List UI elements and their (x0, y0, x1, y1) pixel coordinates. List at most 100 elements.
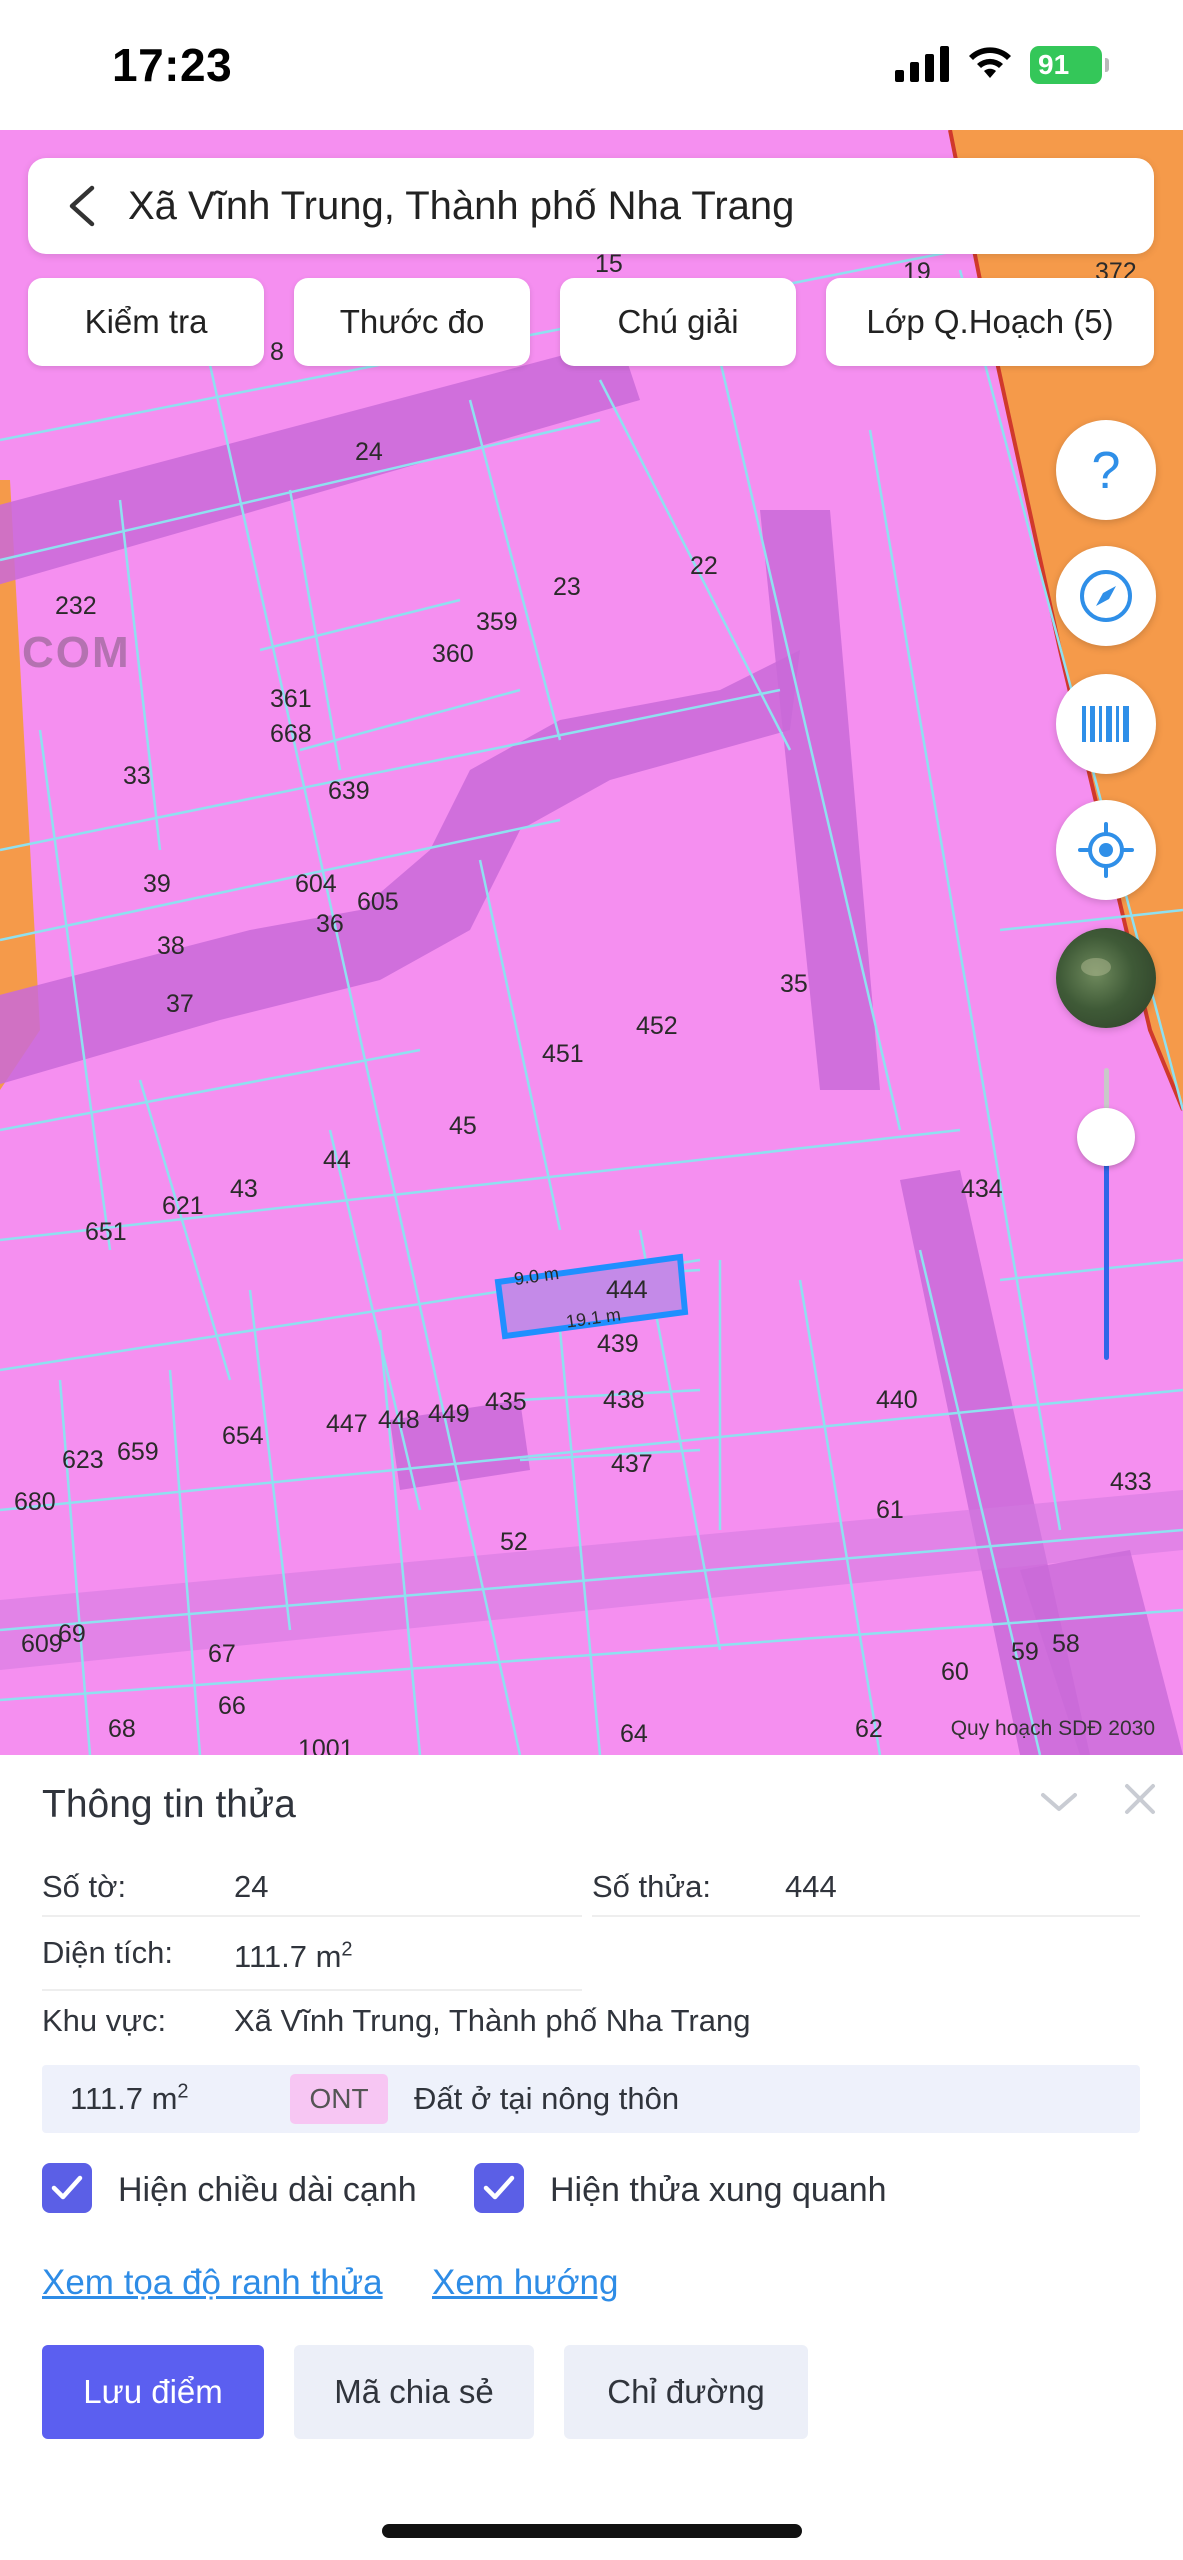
barcode-button[interactable] (1056, 674, 1156, 774)
parcel-label[interactable]: 35 (780, 970, 808, 999)
parcel-label[interactable]: 440 (876, 1386, 918, 1415)
parcel-label[interactable]: 69 (58, 1620, 86, 1649)
parcel-label[interactable]: 1001 (298, 1735, 354, 1755)
parcel-label[interactable]: 449 (428, 1400, 470, 1429)
parcel-label[interactable]: 37 (166, 990, 194, 1019)
legend-button[interactable]: Chú giải (560, 278, 796, 366)
parcel-label[interactable]: 67 (208, 1640, 236, 1669)
area-unit-exponent: 2 (341, 1938, 353, 1961)
land-use-area-number: 111.7 m (70, 2081, 178, 2116)
parcel-label[interactable]: 43 (230, 1175, 258, 1204)
parcel-label[interactable]: 659 (117, 1438, 159, 1467)
parcel-label[interactable]: 66 (218, 1692, 246, 1721)
parcel-label[interactable]: 435 (485, 1388, 527, 1417)
parcel-label[interactable]: 447 (326, 1410, 368, 1439)
parcel-label[interactable]: 651 (85, 1218, 127, 1247)
show-neighbor-parcels-checkbox[interactable] (474, 2163, 524, 2213)
close-icon[interactable] (1122, 1781, 1158, 1817)
area-value: 111.7 m2 (234, 1939, 353, 1975)
home-indicator[interactable] (382, 2524, 802, 2538)
check-button[interactable]: Kiểm tra (28, 278, 264, 366)
help-button[interactable]: ? (1056, 420, 1156, 520)
parcel-label[interactable]: 437 (611, 1450, 653, 1479)
back-chevron-icon[interactable] (62, 184, 102, 228)
show-neighbor-parcels-label[interactable]: Hiện thửa xung quanh (550, 2171, 887, 2210)
parcel-label[interactable]: 38 (157, 932, 185, 961)
parcel-label[interactable]: 361 (270, 685, 312, 714)
crosshair-location-icon (1078, 822, 1134, 878)
parcel-label[interactable]: 448 (378, 1406, 420, 1435)
chevron-down-icon[interactable] (1037, 1787, 1081, 1817)
parcel-label[interactable]: 668 (270, 720, 312, 749)
parcel-label[interactable]: 23 (553, 573, 581, 602)
compass-button[interactable] (1056, 546, 1156, 646)
wifi-icon (969, 47, 1011, 78)
divider (42, 1915, 582, 1917)
planning-layers-button[interactable]: Lớp Q.Hoạch (5) (826, 278, 1154, 366)
share-code-button[interactable]: Mã chia sẻ (294, 2345, 534, 2439)
parcel-label[interactable]: 438 (603, 1386, 645, 1415)
parcel-label[interactable]: 605 (357, 888, 399, 917)
directions-button[interactable]: Chỉ đường (564, 2345, 808, 2439)
zoom-slider-track-upper[interactable] (1104, 1068, 1109, 1110)
region-value: Xã Vĩnh Trung, Thành phố Nha Trang (234, 2003, 751, 2038)
parcel-label[interactable]: 639 (328, 777, 370, 806)
parcel-label[interactable]: 433 (1110, 1468, 1152, 1497)
parcel-label[interactable]: 360 (432, 640, 474, 669)
parcel-label[interactable]: 232 (55, 592, 97, 621)
view-direction-link[interactable]: Xem hướng (432, 2263, 618, 2303)
parcel-label[interactable]: 359 (476, 608, 518, 637)
satellite-layer-button[interactable] (1056, 928, 1156, 1028)
parcel-label[interactable]: 621 (162, 1192, 204, 1221)
parcel-label[interactable]: 45 (449, 1112, 477, 1141)
location-bar[interactable]: Xã Vĩnh Trung, Thành phố Nha Trang (28, 158, 1154, 254)
parcel-label[interactable]: 604 (295, 870, 337, 899)
locate-me-button[interactable] (1056, 800, 1156, 900)
parcel-label[interactable]: 59 (1011, 1638, 1039, 1667)
land-use-area: 111.7 m2 (70, 2081, 189, 2117)
show-edge-length-label[interactable]: Hiện chiều dài cạnh (118, 2171, 417, 2210)
region-label: Khu vực: (42, 2003, 167, 2038)
map-watermark: COM (22, 628, 131, 677)
selected-parcel-number[interactable]: 444 (606, 1276, 648, 1305)
parcel-label[interactable]: 623 (62, 1446, 104, 1475)
parcel-label[interactable]: 654 (222, 1422, 264, 1451)
parcel-label[interactable]: 33 (123, 762, 151, 791)
parcel-label[interactable]: 60 (941, 1658, 969, 1687)
checkmark-icon (51, 2175, 83, 2200)
map-layer-caption: Quy hoạch SDĐ 2030 (950, 1717, 1155, 1740)
checkmark-icon (483, 2175, 515, 2200)
save-point-button[interactable]: Lưu điểm (42, 2345, 264, 2439)
parcel-label[interactable]: 36 (316, 910, 344, 939)
parcel-label[interactable]: 22 (690, 552, 718, 581)
parcel-label[interactable]: 434 (961, 1175, 1003, 1204)
show-edge-length-checkbox[interactable] (42, 2163, 92, 2213)
area-label: Diện tích: (42, 1935, 173, 1970)
parcel-label[interactable]: 439 (597, 1330, 639, 1359)
parcel-label[interactable]: 24 (355, 438, 383, 467)
parcel-label[interactable]: 39 (143, 870, 171, 899)
view-boundary-coordinates-link[interactable]: Xem tọa độ ranh thửa (42, 2263, 383, 2303)
parcel-label[interactable]: 68 (108, 1715, 136, 1744)
parcel-label[interactable]: 452 (636, 1012, 678, 1041)
planning-map[interactable]: COM 372 19 15 8 24 22 23 359 360 232 361… (0, 130, 1183, 1755)
svg-text:?: ? (1092, 442, 1121, 500)
land-use-name: Đất ở tại nông thôn (414, 2081, 680, 2116)
parcel-label[interactable]: 44 (323, 1146, 351, 1175)
parcel-label[interactable]: 62 (855, 1715, 883, 1744)
sheet-number-value: 24 (234, 1869, 269, 1904)
land-use-row: 111.7 m2 ONT Đất ở tại nông thôn (42, 2065, 1140, 2133)
parcel-label[interactable]: 58 (1052, 1630, 1080, 1659)
parcel-number-value: 444 (785, 1869, 837, 1904)
parcel-label[interactable]: 609 (21, 1630, 63, 1659)
parcel-label[interactable]: 52 (500, 1528, 528, 1557)
parcel-label[interactable]: 61 (876, 1496, 904, 1525)
barcode-icon (1082, 706, 1129, 742)
map-toolbar: Kiểm tra Thước đo Chú giải Lớp Q.Hoạch (… (0, 278, 1183, 366)
parcel-label[interactable]: 680 (14, 1488, 56, 1517)
zoom-slider-handle[interactable] (1077, 1108, 1135, 1166)
parcel-label[interactable]: 451 (542, 1040, 584, 1069)
measure-button[interactable]: Thước đo (294, 278, 530, 366)
parcel-label[interactable]: 64 (620, 1720, 648, 1749)
parcel-label[interactable]: 15 (595, 250, 623, 279)
